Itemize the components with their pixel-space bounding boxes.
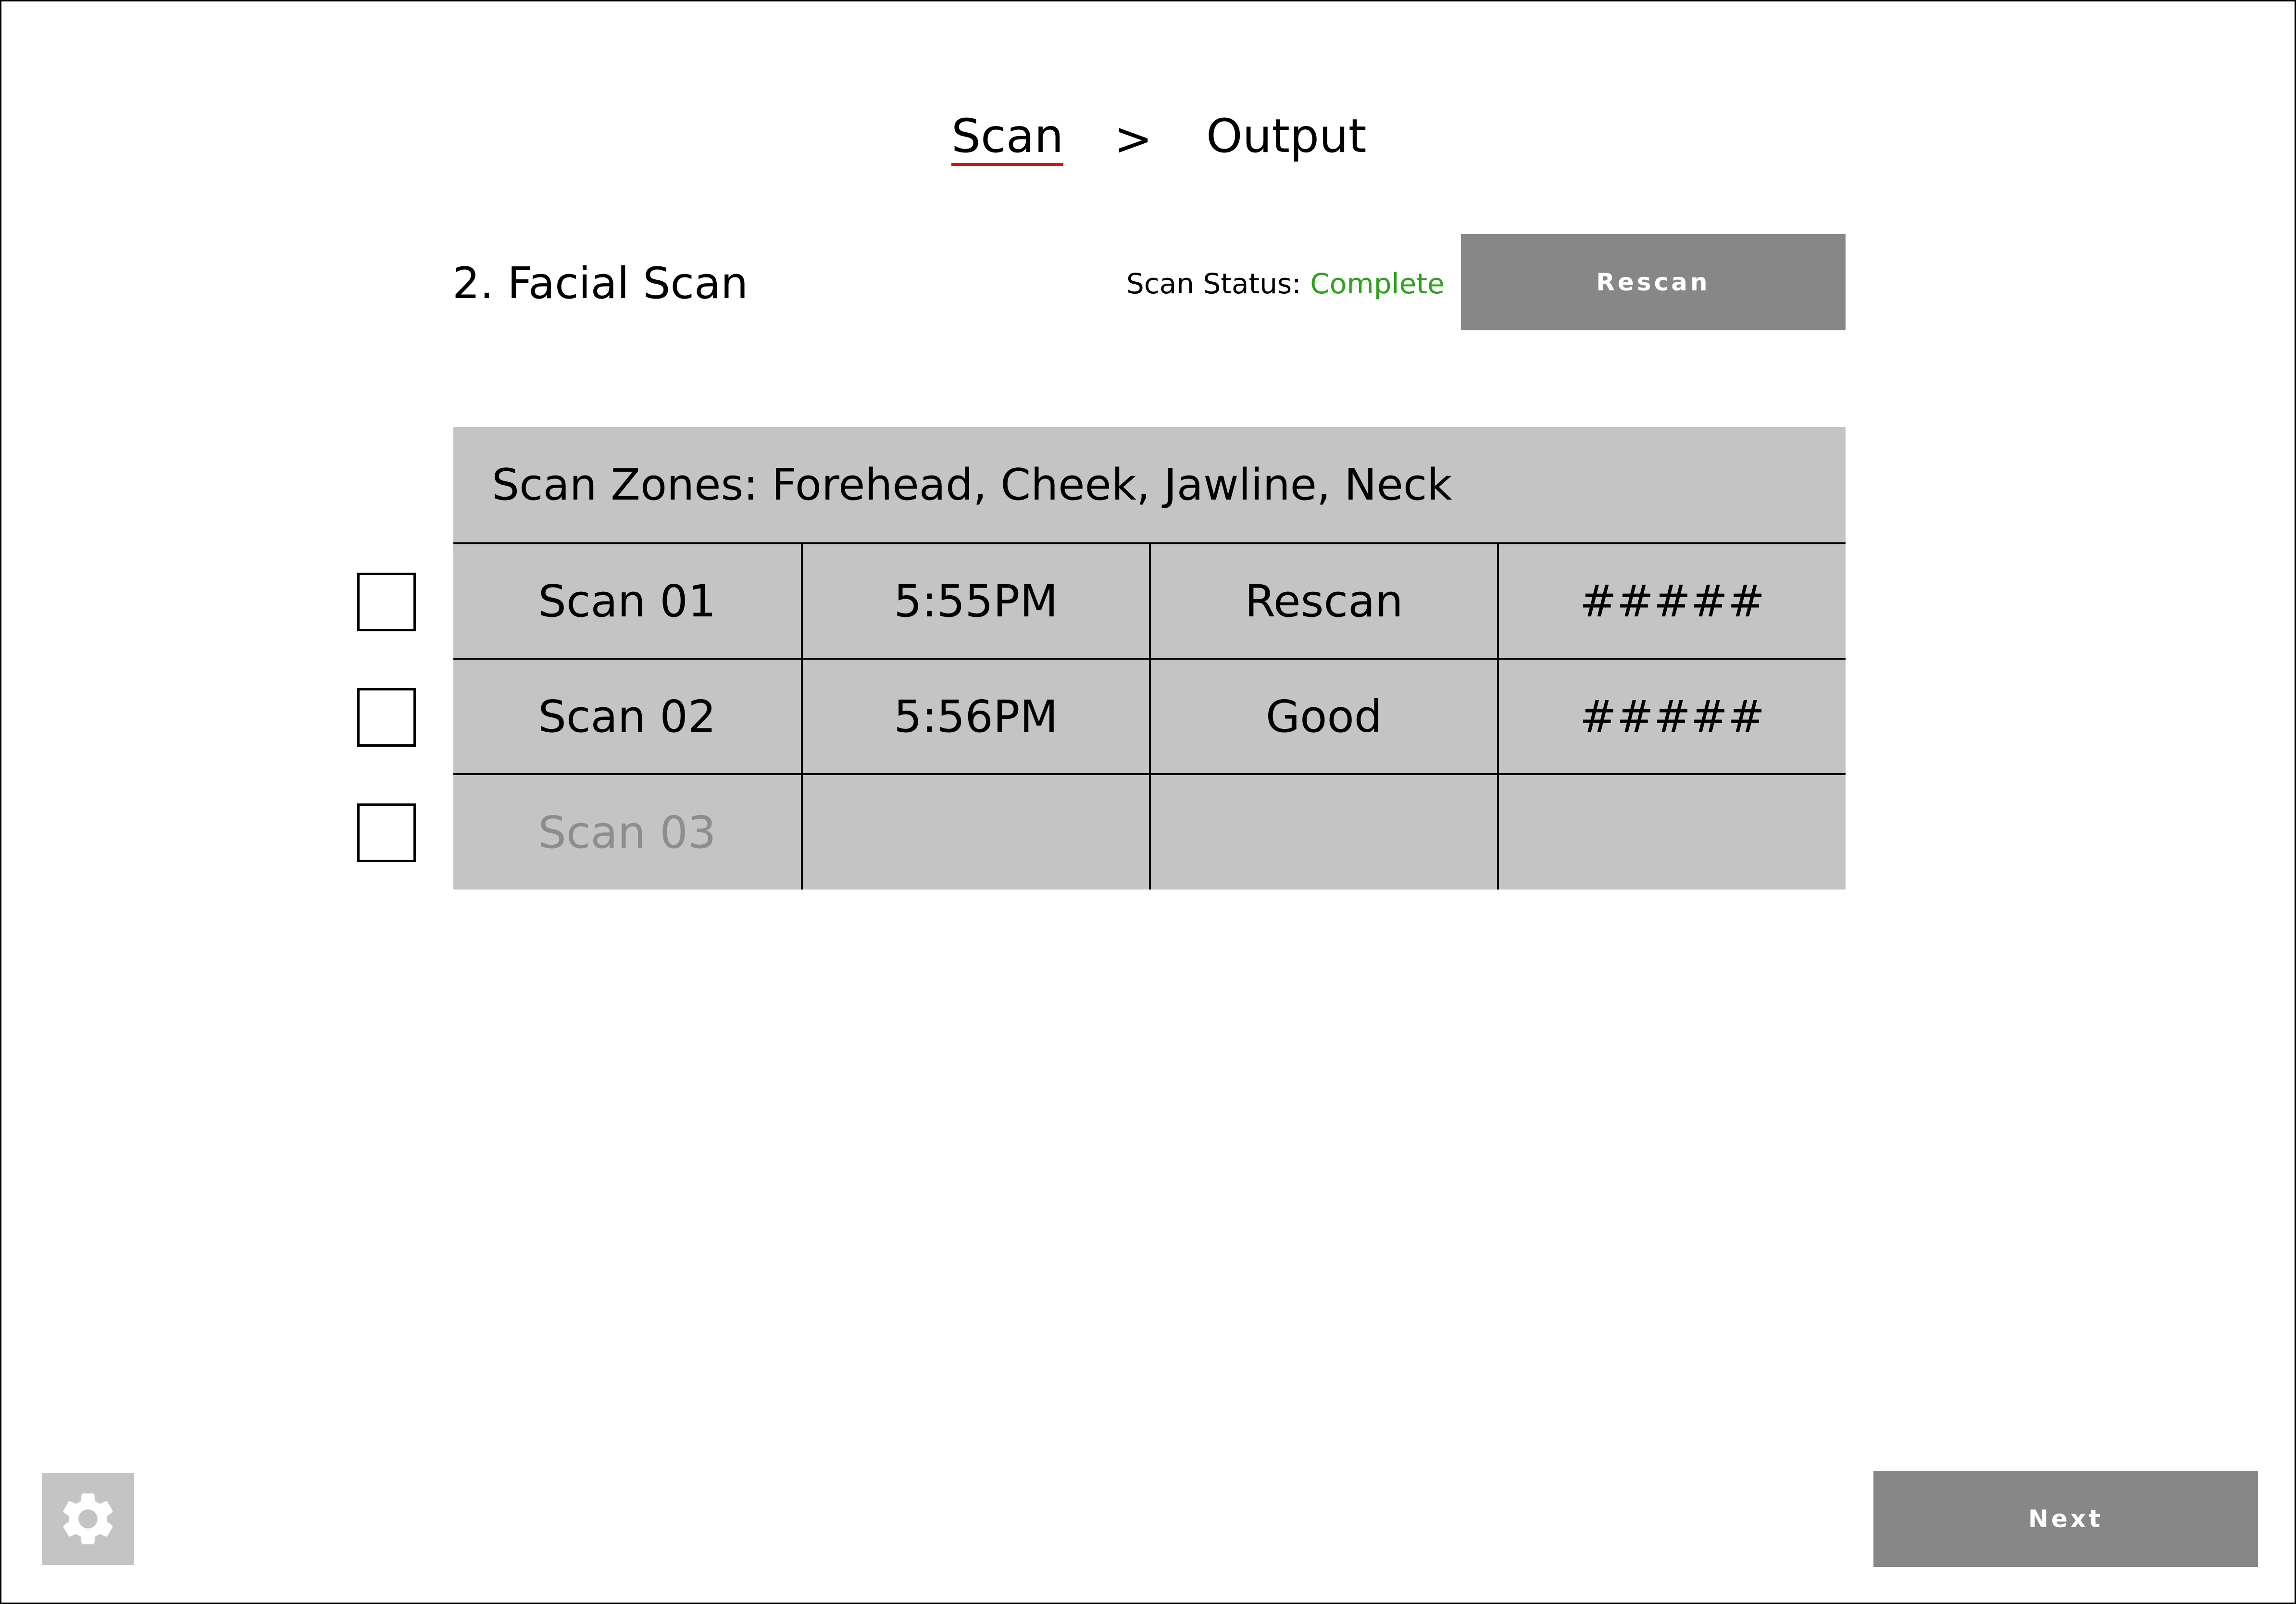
table-cell-result[interactable]: Rescan [1151,544,1497,658]
table-cell-result [1151,775,1497,890]
scan-status-label: Scan Status: [1126,267,1301,300]
table-cell-value: ##### [1579,575,1765,627]
table-cell-time [803,775,1149,890]
breadcrumb-step-scan[interactable]: Scan [951,113,1064,166]
settings-button[interactable] [42,1473,134,1565]
scan-status: Scan Status: Complete [1126,270,1445,298]
breadcrumb-step-output[interactable]: Output [1206,113,1366,159]
table-cell-time: 5:56PM [894,690,1058,742]
scan-status-value: Complete [1310,267,1445,300]
scan-zones-label: Scan Zones: Forehead, Cheek, Jawline, Ne… [492,459,1452,510]
row-checkbox-scan-02[interactable] [357,688,416,747]
table-cell-result: Good [1265,690,1383,742]
rescan-button[interactable]: Rescan [1461,234,1846,330]
row-checkbox-scan-01[interactable] [357,573,416,631]
gear-icon [63,1493,113,1544]
scan-table: Scan Zones: Forehead, Cheek, Jawline, Ne… [453,427,1846,890]
section-title: 2. Facial Scan [452,258,749,309]
table-cell-time: 5:55PM [894,575,1058,627]
table-cell-scan-name: Scan 03 [538,806,716,858]
app-frame: Scan > Output 2. Facial Scan Scan Status… [0,0,2296,1604]
table-cell-value [1499,775,1846,890]
row-checkbox-scan-03[interactable] [357,803,416,862]
next-button[interactable]: Next [1873,1471,2258,1567]
table-cell-scan-name: Scan 02 [538,690,716,742]
breadcrumb-separator: > [1114,112,1153,166]
table-cell-scan-name: Scan 01 [538,575,716,627]
table-cell-value: ##### [1579,690,1765,742]
